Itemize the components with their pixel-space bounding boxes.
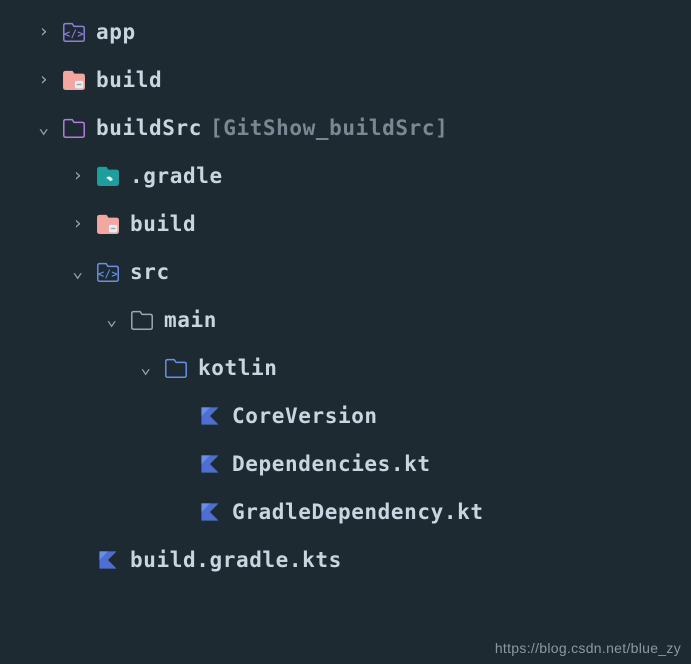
kotlin-file-icon [196,450,224,478]
tree-item-label: build [130,200,196,248]
tree-row[interactable]: › build [0,200,691,248]
tree-row[interactable]: GradleDependency.kt [0,488,691,536]
build-folder-icon [60,66,88,94]
tree-row[interactable]: ⌄ main [0,296,691,344]
code-folder-purple-icon: </> [60,18,88,46]
project-tree: › </> app› build⌄ buildSrc[GitShow_build… [0,0,691,584]
tree-row[interactable]: › .gradle [0,152,691,200]
tree-item-label: kotlin [198,344,277,392]
tree-row[interactable]: build.gradle.kts [0,536,691,584]
tree-item-label: main [164,296,217,344]
kotlin-file-icon [196,402,224,430]
tree-item-label: GradleDependency.kt [232,488,484,536]
tree-row[interactable]: ⌄ kotlin [0,344,691,392]
tree-item-label: src [130,248,170,296]
code-folder-blue-icon: </> [94,258,122,286]
watermark-text: https://blog.csdn.net/blue_zy [495,640,681,656]
tree-row[interactable]: ⌄ buildSrc[GitShow_buildSrc] [0,104,691,152]
tree-item-label: build [96,56,162,104]
chevron-right-icon[interactable]: › [28,56,60,104]
chevron-right-icon[interactable]: › [62,152,94,200]
kotlin-file-icon [94,546,122,574]
chevron-down-icon[interactable]: ⌄ [62,248,94,296]
folder-blue-icon [162,354,190,382]
folder-outline-icon [128,306,156,334]
tree-row[interactable]: Dependencies.kt [0,440,691,488]
tree-item-label: CoreVersion [232,392,378,440]
tree-item-label: Dependencies.kt [232,440,431,488]
tree-item-label: app [96,8,136,56]
chevron-down-icon[interactable]: ⌄ [96,296,128,344]
chevron-down-icon[interactable]: ⌄ [130,344,162,392]
chevron-down-icon[interactable]: ⌄ [28,104,60,152]
svg-text:</>: </> [64,30,84,41]
tree-item-label: buildSrc [96,104,202,152]
kotlin-file-icon [196,498,224,526]
tree-row[interactable]: › build [0,56,691,104]
tree-item-label: build.gradle.kts [130,536,342,584]
gradle-folder-icon [94,162,122,190]
tree-row[interactable]: CoreVersion [0,392,691,440]
tree-row[interactable]: ⌄ </> src [0,248,691,296]
tree-item-label: .gradle [130,152,223,200]
tree-item-suffix: [GitShow_buildSrc] [210,104,448,152]
tree-row[interactable]: › </> app [0,8,691,56]
svg-text:</>: </> [98,270,118,281]
build-folder-icon [94,210,122,238]
chevron-right-icon[interactable]: › [28,8,60,56]
folder-purple-icon [60,114,88,142]
chevron-right-icon[interactable]: › [62,200,94,248]
